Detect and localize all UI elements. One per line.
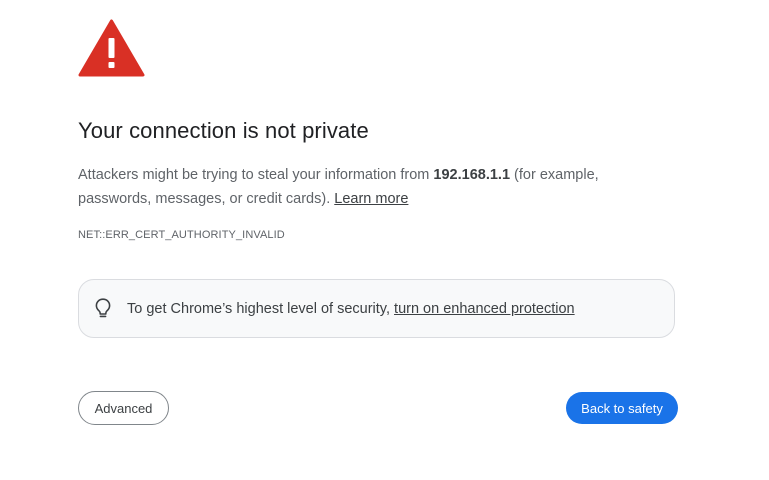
enhanced-protection-text: To get Chrome’s highest level of securit… [127,301,575,317]
enhanced-protection-link[interactable]: turn on enhanced protection [394,301,575,317]
advanced-button[interactable]: Advanced [78,391,169,425]
warning-triangle-icon [78,19,145,77]
interstitial-page: Your connection is not private Attackers… [0,0,769,480]
page-title: Your connection is not private [78,118,369,143]
enhanced-protection-box: To get Chrome’s highest level of securit… [78,279,675,338]
enhanced-protection-message: To get Chrome’s highest level of securit… [127,300,395,317]
error-code: NET::ERR_CERT_AUTHORITY_INVALID [78,229,285,241]
lightbulb-icon [94,298,112,320]
description-text: Attackers might be trying to steal your … [78,167,434,183]
learn-more-link[interactable]: Learn more [334,191,408,207]
host-name: 192.168.1.1 [433,167,511,183]
error-description: Attackers might be trying to steal your … [78,163,658,211]
back-to-safety-button[interactable]: Back to safety [566,392,678,424]
